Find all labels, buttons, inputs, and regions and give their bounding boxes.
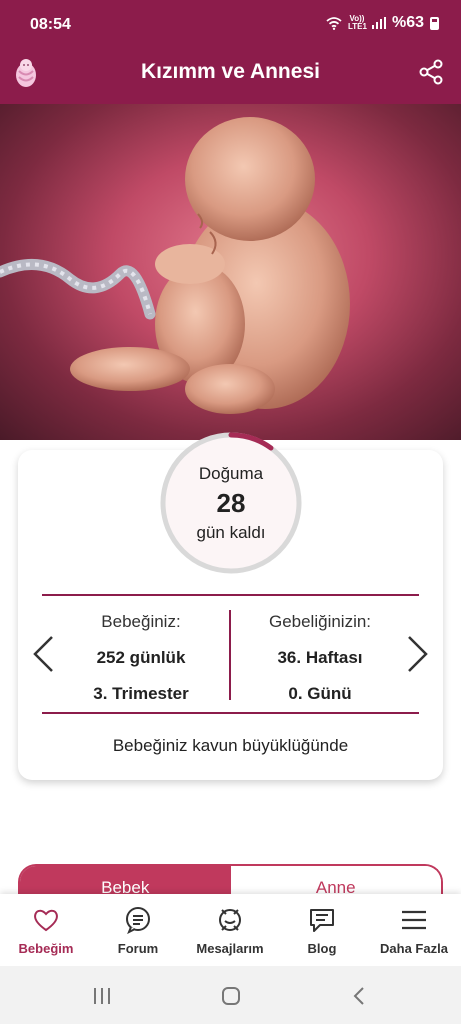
- heart-icon: [34, 909, 58, 932]
- nav-mesajlarim[interactable]: Mesajlarım: [184, 894, 276, 966]
- nav-blog[interactable]: Blog: [276, 894, 368, 966]
- status-time: 08:54: [30, 16, 71, 33]
- chevron-right-icon[interactable]: [401, 634, 431, 674]
- fetus-illustration: [0, 104, 461, 440]
- chevron-left-icon[interactable]: [30, 634, 60, 674]
- network-label: Vo)) LTE1: [347, 14, 367, 31]
- nav-label: Mesajlarım: [196, 941, 264, 956]
- countdown-text: Doğuma 28 gün kaldı: [158, 430, 304, 576]
- baby-size-text: Bebeğiniz kavun büyüklüğünde: [112, 736, 349, 755]
- countdown-label-top: Doğuma: [198, 463, 264, 483]
- nav-bebegim[interactable]: Bebeğim: [0, 894, 92, 966]
- baby-header: Bebeğiniz:: [101, 612, 181, 631]
- pregnancy-week: 36. Haftası: [277, 648, 363, 667]
- home-icon[interactable]: [221, 986, 241, 1006]
- nav-label: Blog: [307, 941, 337, 956]
- signal-icon: [371, 17, 386, 29]
- nav-label: Bebeğim: [18, 941, 74, 956]
- nav-label: Daha Fazla: [380, 941, 448, 956]
- divider-top: [42, 594, 419, 596]
- status-icons: Vo)) LTE1 %63: [326, 14, 439, 32]
- divider-vertical: [229, 610, 231, 700]
- page-title: Kızımm ve Annesi: [141, 60, 320, 83]
- battery-icon: [430, 16, 439, 30]
- pregnancy-day: 0. Günü: [288, 684, 352, 703]
- menu-icon: [402, 910, 426, 930]
- status-bar: 08:54 Vo)) LTE1 %63: [0, 0, 461, 40]
- fetus-image: [0, 117, 350, 414]
- system-nav-bar: [0, 966, 461, 1024]
- baby-info: Bebeğiniz: 252 günlük 3. Trimester: [66, 612, 216, 720]
- pregnancy-info: Gebeliğinizin: 36. Haftası 0. Günü: [245, 612, 395, 720]
- pregnancy-info-card: Doğuma 28 gün kaldı Bebeğiniz: 252 günlü…: [18, 432, 443, 780]
- chat-list-icon: [126, 907, 150, 934]
- pregnancy-header: Gebeliğinizin:: [268, 612, 372, 631]
- wifi-icon: [326, 16, 342, 30]
- baby-mother-toggle: Bebek Anne: [18, 864, 443, 898]
- nav-label: Forum: [117, 941, 159, 956]
- share-icon[interactable]: [417, 58, 445, 86]
- nav-forum[interactable]: Forum: [92, 894, 184, 966]
- recent-apps-icon[interactable]: [92, 987, 112, 1005]
- baby-trimester: 3. Trimester: [93, 684, 189, 703]
- nav-daha-fazla[interactable]: Daha Fazla: [368, 894, 460, 966]
- countdown-label-bottom: gün kaldı: [196, 522, 266, 542]
- baby-days: 252 günlük: [96, 648, 186, 667]
- app-bar: Kızımm ve Annesi: [0, 40, 461, 104]
- battery-percent: %63: [391, 14, 424, 31]
- back-icon[interactable]: [352, 986, 366, 1006]
- messages-icon: [219, 909, 241, 931]
- bottom-nav: Bebeğim Forum Mesajlarım Blog Daha Fazla: [0, 894, 461, 966]
- blog-icon: [310, 909, 334, 932]
- countdown-days: 28: [216, 487, 246, 518]
